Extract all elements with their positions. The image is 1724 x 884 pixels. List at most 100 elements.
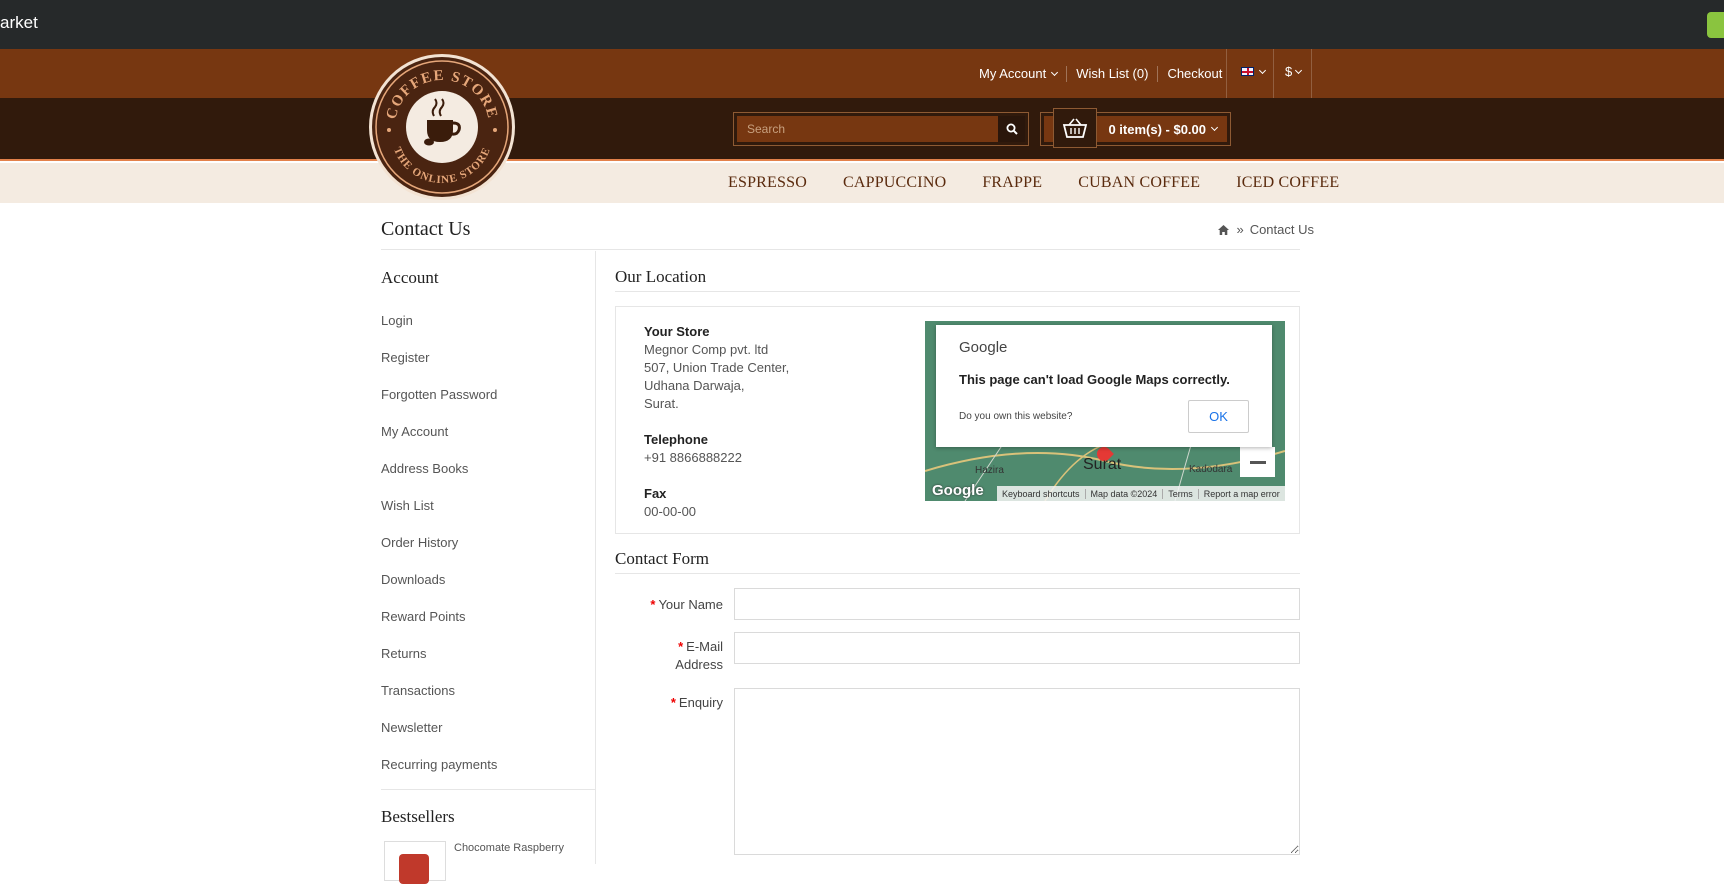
sidebar-item-forgotten-password[interactable]: Forgotten Password — [381, 376, 497, 413]
dialog-ok-button[interactable]: OK — [1188, 400, 1249, 433]
sidebar-item-my-account[interactable]: My Account — [381, 413, 497, 450]
fax-value: 00-00-00 — [644, 504, 697, 519]
browser-topbar: arket — [0, 0, 1724, 49]
google-map[interactable]: Hazira Kadodara Surat Google Keyboard sh… — [925, 321, 1285, 501]
dialog-message: This page can't load Google Maps correct… — [959, 372, 1230, 387]
bestsellers-heading: Bestsellers — [381, 807, 455, 826]
chevron-down-icon — [1210, 123, 1219, 132]
product-image — [399, 854, 429, 884]
name-input[interactable] — [734, 588, 1300, 620]
home-icon[interactable] — [1217, 224, 1230, 236]
map-attribution: Keyboard shortcuts Map data ©2024 Terms … — [997, 486, 1285, 501]
my-account-label: My Account — [979, 66, 1047, 81]
page-header: Contact Us » Contact Us — [381, 214, 1314, 250]
currency-selector[interactable]: $ — [1285, 64, 1303, 79]
nav-separator — [1226, 49, 1227, 98]
search-button[interactable] — [998, 116, 1025, 142]
basket-icon — [1053, 108, 1097, 148]
email-label-text: E-Mail — [686, 639, 723, 654]
dialog-own-website-link[interactable]: Do you own this website? — [959, 411, 1072, 422]
contact-form-heading: Contact Form — [615, 549, 709, 568]
sidebar-item-wish-list[interactable]: Wish List — [381, 487, 497, 524]
enquiry-label-text: Enquiry — [678, 695, 723, 710]
menu-item-cuban-coffee[interactable]: CUBAN COFFEE — [1060, 174, 1218, 192]
category-menu: ESPRESSO CAPPUCCINO FRAPPE CUBAN COFFEE … — [0, 163, 1724, 203]
location-heading: Our Location — [615, 267, 707, 286]
menu-item-frappe[interactable]: FRAPPE — [964, 174, 1060, 192]
map-data-label: Map data ©2024 — [1084, 488, 1163, 499]
sidebar-heading: Account — [381, 268, 439, 287]
store-name: Your Store — [644, 324, 710, 339]
sidebar-item-address-books[interactable]: Address Books — [381, 450, 497, 487]
checkout-link[interactable]: Checkout — [1157, 65, 1231, 82]
address-line: 507, Union Trade Center, — [644, 360, 790, 375]
sidebar-item-transactions[interactable]: Transactions — [381, 672, 497, 709]
map-place: Hazira — [975, 465, 1004, 476]
location-section-title: Our Location — [615, 251, 1300, 292]
coffee-cup-icon: COFFEE STORE THE ONLINE STORE — [372, 57, 512, 197]
sidebar-item-downloads[interactable]: Downloads — [381, 561, 497, 598]
name-label: * Your Name — [650, 596, 723, 614]
bestseller-thumbnail[interactable] — [384, 841, 446, 884]
breadcrumb-current[interactable]: Contact Us — [1250, 222, 1314, 237]
menu-item-espresso[interactable]: ESPRESSO — [710, 174, 825, 192]
map-city-label: Surat — [1083, 456, 1122, 473]
map-place: Kadodara — [1189, 464, 1233, 475]
terms-link[interactable]: Terms — [1162, 488, 1198, 499]
chevron-down-icon — [1295, 66, 1303, 74]
email-input[interactable] — [734, 632, 1300, 664]
fax-label: Fax — [644, 486, 667, 501]
search-icon — [1006, 123, 1018, 135]
language-selector[interactable] — [1241, 66, 1267, 76]
sidebar-item-reward-points[interactable]: Reward Points — [381, 598, 497, 635]
wish-list-link[interactable]: Wish List (0) — [1066, 65, 1157, 82]
top-navigation: My Account Wish List (0) Checkout $ — [0, 49, 1724, 98]
dialog-google-brand: Google — [959, 339, 1008, 356]
contact-form-section-title: Contact Form — [615, 533, 1300, 574]
my-account-dropdown[interactable]: My Account — [970, 66, 1066, 82]
minus-icon — [1249, 460, 1266, 464]
cart-total: 0 item(s) - $0.00 — [1108, 121, 1206, 137]
bestseller-name[interactable]: Chocomate Raspberry — [454, 842, 564, 854]
telephone-value: +91 8866888222 — [644, 450, 742, 465]
search-box — [733, 112, 1029, 146]
topbar-green-button[interactable] — [1707, 12, 1724, 38]
telephone-label: Telephone — [644, 432, 709, 447]
sidebar-item-newsletter[interactable]: Newsletter — [381, 709, 497, 746]
menu-item-cappuccino[interactable]: CAPPUCCINO — [825, 174, 964, 192]
store-logo[interactable]: COFFEE STORE THE ONLINE STORE — [369, 54, 515, 200]
required-mark: * — [650, 597, 656, 612]
site-header: 0 item(s) - $0.00 — [0, 98, 1724, 161]
google-logo[interactable]: Google — [932, 482, 984, 499]
account-links: Login Register Forgotten Password My Acc… — [381, 302, 497, 783]
search-input[interactable] — [737, 116, 998, 142]
sidebar-item-order-history[interactable]: Order History — [381, 524, 497, 561]
map-error-dialog: Google This page can't load Google Maps … — [936, 325, 1272, 447]
sidebar-item-register[interactable]: Register — [381, 339, 497, 376]
email-label: * E-Mail Address — [675, 638, 723, 674]
breadcrumb: » Contact Us — [1217, 222, 1314, 237]
required-mark: * — [678, 639, 684, 654]
cart-button[interactable]: 0 item(s) - $0.00 — [1040, 108, 1231, 148]
menu-item-iced-coffee[interactable]: ICED COFFEE — [1218, 174, 1357, 192]
report-map-error-link[interactable]: Report a map error — [1197, 488, 1285, 499]
store-address: Your Store Megnor Comp pvt. ltd 507, Uni… — [644, 323, 789, 521]
enquiry-textarea[interactable] — [734, 688, 1300, 855]
address-line: Udhana Darwaja, — [644, 378, 745, 393]
topbar-brand-text: arket — [0, 13, 38, 32]
page-title: Contact Us — [381, 218, 471, 240]
location-box: Your Store Megnor Comp pvt. ltd 507, Uni… — [615, 306, 1300, 534]
zoom-out-button[interactable] — [1240, 447, 1275, 477]
sidebar-item-login[interactable]: Login — [381, 302, 497, 339]
address-line: Megnor Comp pvt. ltd — [644, 342, 769, 357]
nav-separator — [1311, 49, 1312, 98]
sidebar-item-returns[interactable]: Returns — [381, 635, 497, 672]
email-label-text: Address — [675, 657, 723, 672]
chevron-down-icon — [1051, 68, 1059, 76]
chevron-down-icon — [1258, 66, 1267, 74]
keyboard-shortcuts-link[interactable]: Keyboard shortcuts — [997, 489, 1085, 499]
sidebar-item-recurring-payments[interactable]: Recurring payments — [381, 746, 497, 783]
account-sidebar: Account Login Register Forgotten Passwor… — [381, 251, 596, 884]
name-label-text: Your Name — [658, 597, 723, 612]
uk-flag-icon — [1241, 67, 1254, 76]
